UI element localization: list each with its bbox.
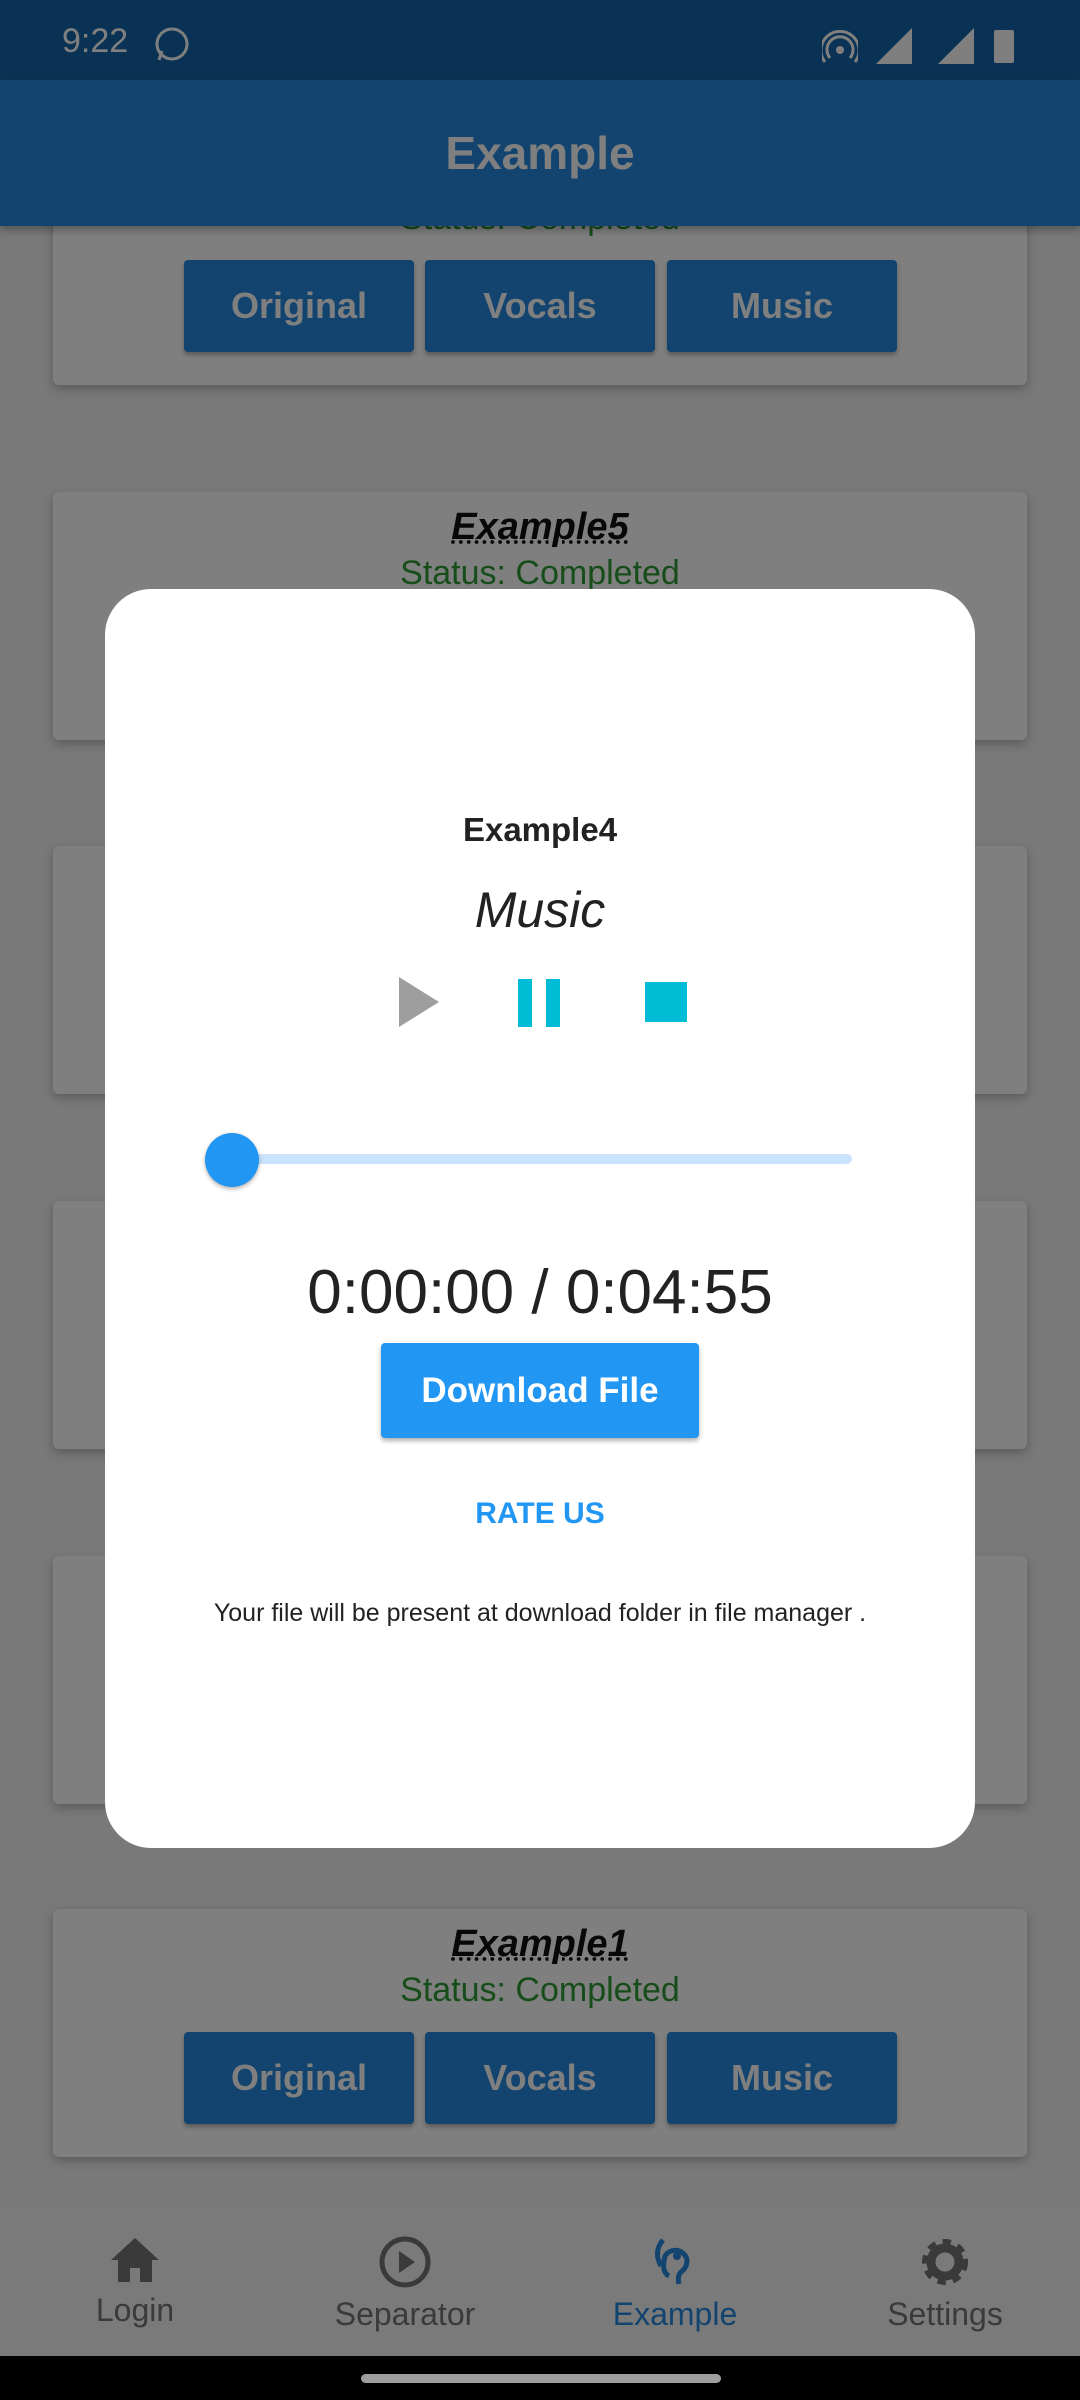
rate-us-button[interactable]: RATE US <box>105 1497 975 1531</box>
home-gesture-handle[interactable] <box>361 2374 721 2383</box>
player-dialog: Example4 Music 0:00:00 / 0:04:55 Downloa… <box>105 589 975 1848</box>
seek-slider[interactable] <box>205 1129 865 1189</box>
pause-icon[interactable] <box>518 979 562 1027</box>
slider-thumb[interactable] <box>205 1133 259 1187</box>
time-readout: 0:00:00 / 0:04:55 <box>307 1258 773 1327</box>
download-note: Your file will be present at download fo… <box>213 1599 867 1627</box>
dialog-title: Example4 <box>462 811 618 848</box>
stop-icon[interactable] <box>645 982 687 1024</box>
play-icon[interactable] <box>399 977 441 1027</box>
slider-track <box>232 1154 852 1164</box>
track-type: Music <box>474 882 606 938</box>
download-file-button[interactable]: Download File <box>381 1343 699 1438</box>
